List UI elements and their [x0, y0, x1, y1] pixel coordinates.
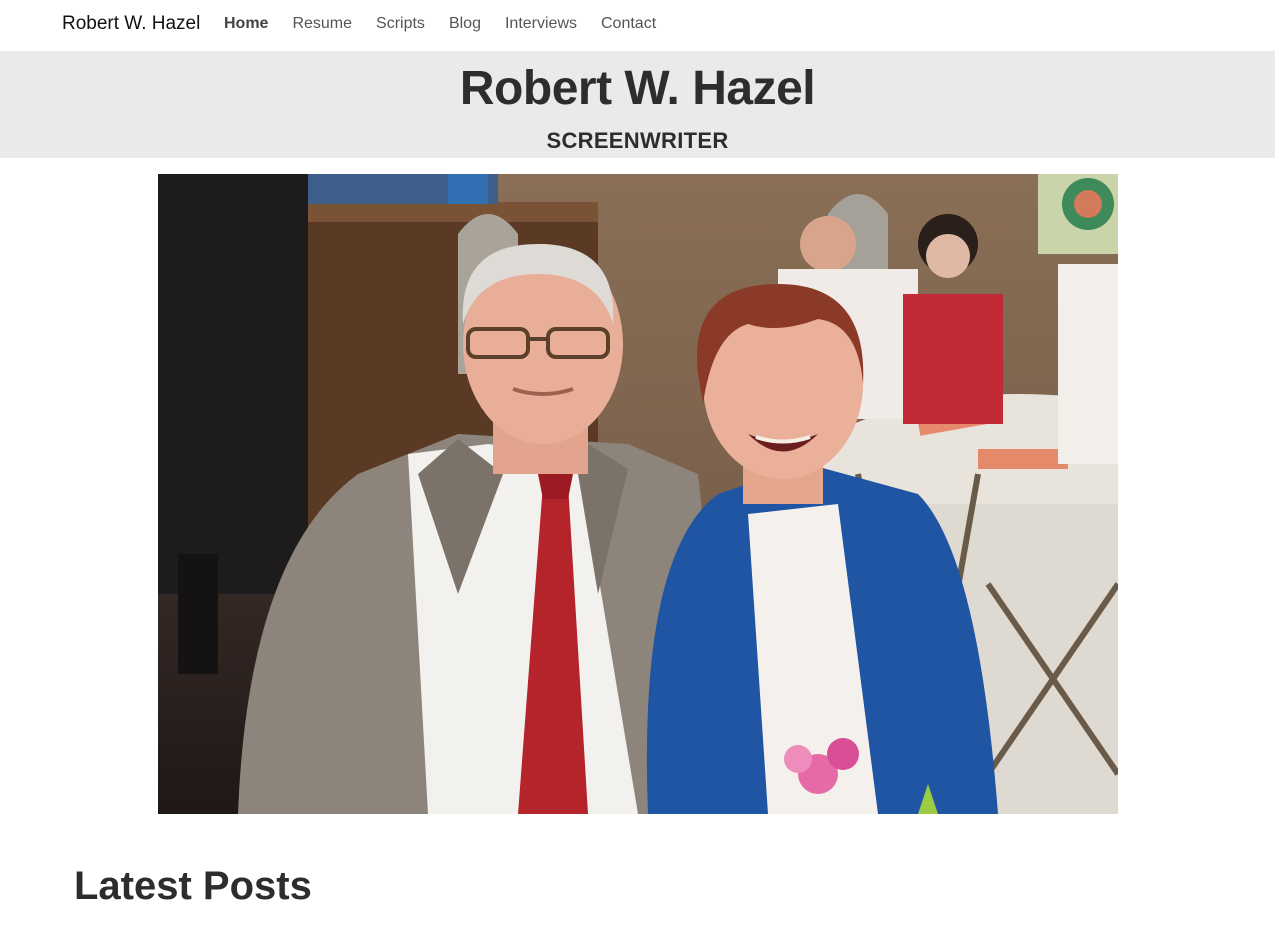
- nav-link-resume[interactable]: Resume: [292, 15, 352, 33]
- nav-link-scripts[interactable]: Scripts: [376, 15, 425, 33]
- nav-link-contact[interactable]: Contact: [601, 15, 656, 33]
- nav-link-blog[interactable]: Blog: [449, 15, 481, 33]
- top-navbar: Robert W. Hazel Home Resume Scripts Blog…: [0, 0, 1275, 50]
- hero-photo-illustration: [158, 174, 1118, 814]
- hero-photo: [158, 174, 1118, 814]
- site-title: Robert W. Hazel: [459, 62, 816, 115]
- site-subtitle: SCREENWRITER: [546, 128, 729, 153]
- nav-links: Home Resume Scripts Blog Interviews Cont…: [224, 15, 680, 33]
- nav-link-home[interactable]: Home: [224, 15, 268, 33]
- nav-link-interviews[interactable]: Interviews: [505, 15, 577, 33]
- brand-link[interactable]: Robert W. Hazel: [62, 13, 200, 35]
- masthead: Robert W. Hazel SCREENWRITER: [0, 51, 1275, 158]
- latest-posts-heading: Latest Posts: [74, 864, 312, 908]
